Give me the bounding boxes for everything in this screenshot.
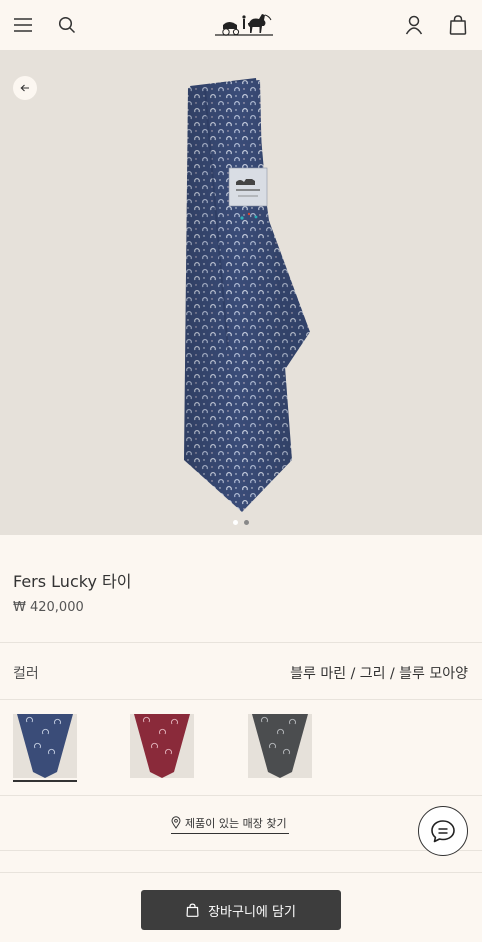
selected-swatch-indicator [13,780,77,782]
header [0,0,482,50]
divider [0,642,482,643]
swatch-grey[interactable] [248,714,312,778]
add-to-cart-button[interactable]: 장바구니에 담기 [141,890,341,930]
color-label: 컬러 [13,666,39,682]
arrow-left-icon [20,84,29,92]
swatch-blue-marine[interactable] [13,714,77,778]
product-price: ₩ 420,000 [13,600,84,615]
product-title: Fers Lucky 타이 [13,572,132,591]
shopping-bag-icon [186,903,199,917]
color-value: 블루 마린 / 그리 / 블루 모아양 [290,666,468,682]
find-in-store-link[interactable]: 제품이 있는 매장 찾기 [171,812,289,834]
user-icon[interactable] [402,13,426,37]
carousel-dots [0,520,482,525]
divider [0,699,482,700]
shopping-bag-icon[interactable] [446,13,470,37]
find-in-store-label: 제품이 있는 매장 찾기 [185,816,287,830]
location-pin-icon [171,816,181,829]
back-button[interactable] [13,76,37,100]
product-image-gallery[interactable] [0,50,482,535]
product-image [184,78,310,512]
divider [0,872,482,873]
carousel-dot[interactable] [244,520,249,525]
search-icon[interactable] [55,13,79,37]
carousel-dot-active[interactable] [233,520,238,525]
swatch-red[interactable] [130,714,194,778]
divider [0,850,482,851]
hamburger-menu-icon[interactable] [11,13,35,37]
chat-button[interactable] [418,806,468,856]
add-to-cart-label: 장바구니에 담기 [208,904,296,920]
divider [0,795,482,796]
hermes-logo[interactable] [213,9,275,39]
chat-icon [431,820,455,843]
